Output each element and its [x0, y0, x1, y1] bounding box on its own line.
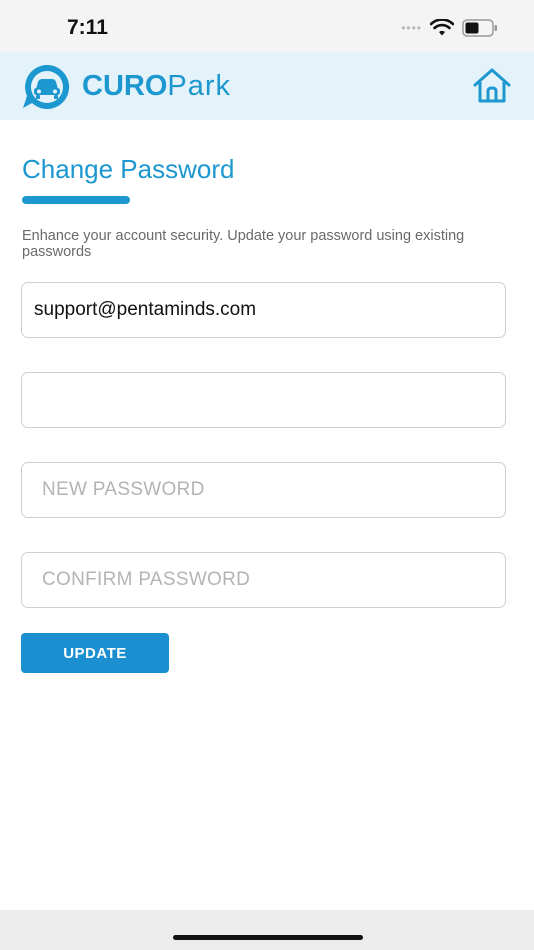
battery-icon	[462, 19, 497, 37]
status-bar: 7:11 ••••	[0, 0, 534, 52]
email-field[interactable]	[21, 282, 506, 338]
title-underline	[22, 196, 130, 204]
wifi-icon	[430, 19, 454, 36]
old-password-input[interactable]	[22, 373, 505, 427]
home-indicator[interactable]	[173, 935, 363, 940]
home-button[interactable]	[472, 66, 512, 106]
bottom-bar	[0, 910, 534, 950]
status-icons: ••••	[401, 19, 498, 37]
app-logo: CURO Park	[20, 62, 231, 110]
app-header: CURO Park	[0, 52, 534, 120]
update-button[interactable]: UPDATE	[21, 633, 169, 673]
car-logo-icon	[23, 64, 70, 109]
confirm-password-field[interactable]	[21, 552, 506, 608]
new-password-field[interactable]	[21, 462, 506, 518]
confirm-password-input[interactable]	[22, 553, 505, 607]
logo-text-curo: CURO	[82, 69, 168, 102]
email-input[interactable]	[22, 283, 505, 337]
logo-text-park: Park	[167, 69, 232, 102]
old-password-field[interactable]	[21, 372, 506, 428]
status-time: 7:11	[67, 16, 108, 39]
page-title: Change Password	[22, 154, 235, 184]
signal-icon: ••••	[401, 21, 422, 35]
new-password-input[interactable]	[22, 463, 505, 517]
description-text: Enhance your account security. Update yo…	[22, 228, 465, 260]
home-icon	[473, 68, 511, 103]
